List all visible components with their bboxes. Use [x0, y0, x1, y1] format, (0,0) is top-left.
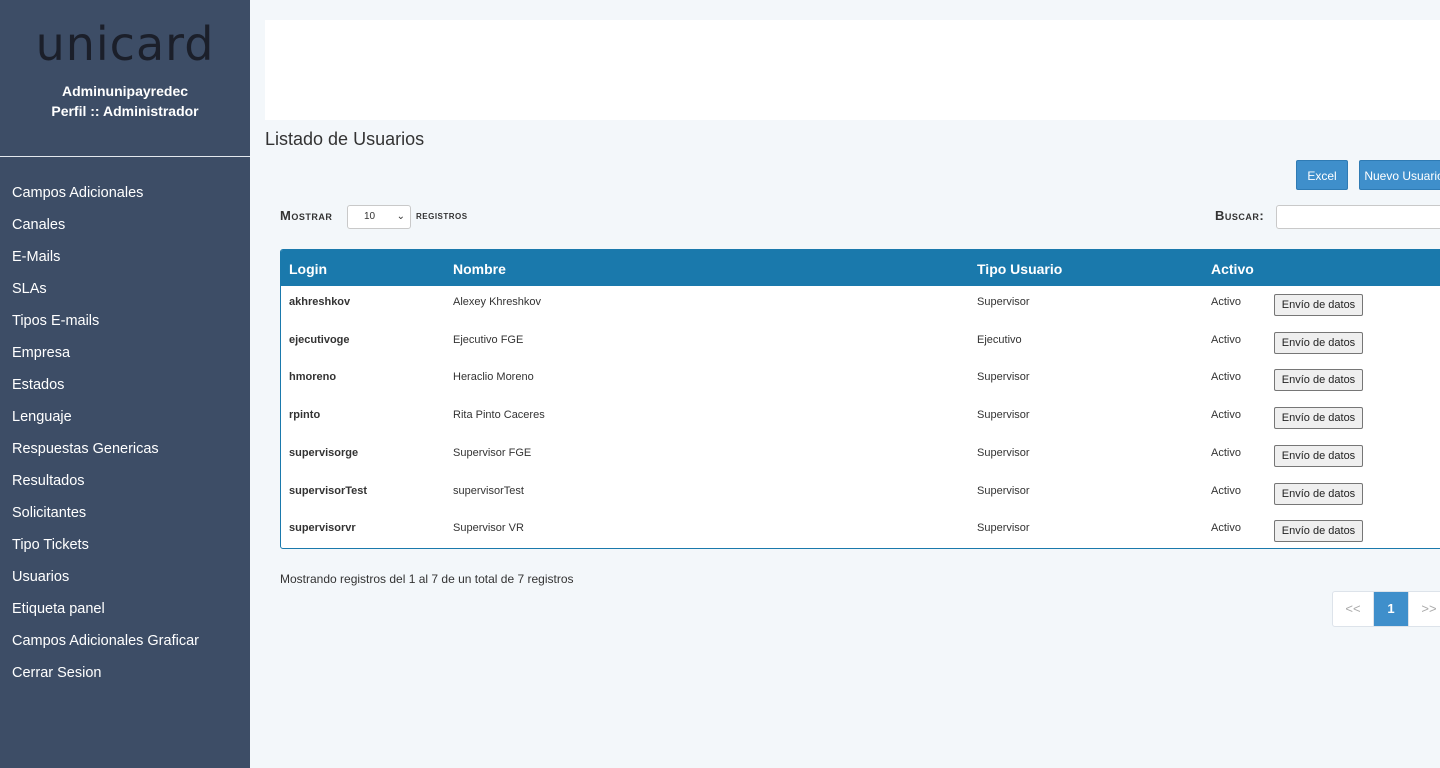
cell-nombre: Rita Pinto Caceres: [453, 409, 545, 422]
column-header-nombre[interactable]: Nombre: [453, 261, 506, 277]
chevron-down-icon: ⌄: [396, 211, 405, 222]
cell-login: akhreshkov: [289, 296, 351, 308]
cell-nombre: Supervisor FGE: [453, 446, 532, 459]
excel-button[interactable]: Excel: [1296, 160, 1348, 190]
column-header-activo[interactable]: Activo: [1211, 261, 1254, 277]
search-input[interactable]: [1276, 205, 1440, 229]
cell-login: supervisorge: [289, 446, 359, 459]
search-label: Buscar:: [1215, 208, 1265, 223]
cell-activo: Activo: [1211, 484, 1241, 497]
column-header-tipo-usuario[interactable]: Tipo Usuario: [977, 261, 1062, 277]
cell-activo: Activo: [1211, 409, 1241, 422]
cell-login: ejecutivoge: [289, 333, 350, 346]
sidebar-item-resultados[interactable]: Resultados: [0, 465, 250, 497]
sidebar-item-canales[interactable]: Canales: [0, 209, 250, 241]
cell-login: supervisorvr: [289, 522, 356, 535]
length-select-value: 10: [364, 211, 376, 222]
sidebar-item-cerrar-sesion[interactable]: Cerrar Sesion: [0, 657, 250, 689]
cell-tipo: Supervisor: [977, 409, 1030, 422]
cell-tipo: Ejecutivo: [977, 333, 1022, 346]
cell-activo: Activo: [1211, 371, 1241, 384]
sidebar-item-usuarios[interactable]: Usuarios: [0, 561, 250, 593]
cell-tipo: Supervisor: [977, 522, 1030, 535]
sidebar-item-empresa[interactable]: Empresa: [0, 337, 250, 369]
column-header-login[interactable]: Login: [289, 261, 327, 277]
sidebar-item-campos-adicionales[interactable]: Campos Adicionales: [0, 177, 250, 209]
cell-tipo: Supervisor: [977, 371, 1030, 384]
cell-nombre: Alexey Khreshkov: [453, 296, 542, 308]
table-row: supervisorge Supervisor FGE Supervisor A…: [281, 437, 1440, 475]
sidebar-item-emails[interactable]: E-Mails: [0, 241, 250, 273]
sidebar-item-tipo-tickets[interactable]: Tipo Tickets: [0, 529, 250, 561]
send-data-button[interactable]: Envío de datos: [1274, 482, 1363, 505]
page-title: Listado de Usuarios: [265, 129, 425, 149]
users-table: Login Nombre Tipo Usuario Activo akhresh…: [280, 249, 1440, 549]
sidebar-item-campos-adicionales-graficar[interactable]: Campos Adicionales Graficar: [0, 625, 250, 657]
user-profile: Perfil :: Administrador: [51, 103, 199, 119]
cell-nombre: Supervisor VR: [453, 522, 524, 535]
sidebar: unicard Adminunipayredec Perfil :: Admin…: [0, 0, 250, 768]
sidebar-item-respuestas-genericas[interactable]: Respuestas Genericas: [0, 433, 250, 465]
sidebar-divider: [0, 156, 250, 157]
length-suffix-label: registros: [416, 208, 468, 222]
new-user-button[interactable]: Nuevo Usuario: [1359, 160, 1440, 190]
sidebar-item-estados[interactable]: Estados: [0, 369, 250, 401]
sidebar-item-slas[interactable]: SLAs: [0, 273, 250, 305]
pagination-prev[interactable]: <<: [1333, 592, 1374, 626]
send-data-button[interactable]: Envío de datos: [1274, 444, 1363, 467]
cell-nombre: Ejecutivo FGE: [453, 333, 524, 346]
cell-activo: Activo: [1211, 522, 1241, 535]
cell-nombre: Heraclio Moreno: [453, 371, 534, 384]
top-banner: [265, 20, 1440, 120]
length-prefix-label: Mostrar: [280, 208, 333, 223]
send-data-button[interactable]: Envío de datos: [1274, 294, 1363, 316]
table-row: ejecutivoge Ejecutivo FGE Ejecutivo Acti…: [281, 324, 1440, 362]
sidebar-item-etiqueta-panel[interactable]: Etiqueta panel: [0, 593, 250, 625]
send-data-button[interactable]: Envío de datos: [1274, 331, 1363, 354]
cell-login: rpinto: [289, 409, 321, 422]
pagination-next[interactable]: >>: [1408, 592, 1440, 626]
table-info: Mostrando registros del 1 al 7 de un tot…: [280, 572, 574, 586]
table-row: hmoreno Heraclio Moreno Supervisor Activ…: [281, 361, 1440, 399]
sidebar-item-solicitantes[interactable]: Solicitantes: [0, 497, 250, 529]
pagination-page-1[interactable]: 1: [1374, 592, 1408, 626]
cell-tipo: Supervisor: [977, 296, 1030, 308]
cell-tipo: Supervisor: [977, 484, 1030, 497]
cell-tipo: Supervisor: [977, 446, 1030, 459]
cell-login: supervisorTest: [289, 484, 368, 497]
cell-activo: Activo: [1211, 296, 1241, 308]
user-name: Adminunipayredec: [61, 83, 189, 99]
table-row: rpinto Rita Pinto Caceres Supervisor Act…: [281, 399, 1440, 437]
length-select[interactable]: 10 ⌄: [347, 205, 411, 229]
pagination: << 1 >>: [1332, 591, 1440, 627]
table-row: akhreshkov Alexey Khreshkov Supervisor A…: [281, 286, 1440, 324]
sidebar-item-tipos-emails[interactable]: Tipos E-mails: [0, 305, 250, 337]
sidebar-menu: Campos Adicionales Canales E-Mails SLAs …: [0, 177, 250, 689]
send-data-button[interactable]: Envío de datos: [1274, 520, 1363, 543]
cell-nombre: supervisorTest: [453, 484, 524, 497]
unicard-logo: unicard: [35, 17, 215, 71]
cell-activo: Activo: [1211, 333, 1241, 346]
cell-activo: Activo: [1211, 446, 1241, 459]
table-row: supervisorTest supervisorTest Supervisor…: [281, 475, 1440, 513]
send-data-button[interactable]: Envío de datos: [1274, 407, 1363, 430]
cell-login: hmoreno: [289, 371, 337, 384]
table-row: supervisorvr Supervisor VR Supervisor Ac…: [281, 512, 1440, 548]
send-data-button[interactable]: Envío de datos: [1274, 369, 1363, 392]
table-header: Login Nombre Tipo Usuario Activo: [281, 250, 1440, 286]
sidebar-item-lenguaje[interactable]: Lenguaje: [0, 401, 250, 433]
